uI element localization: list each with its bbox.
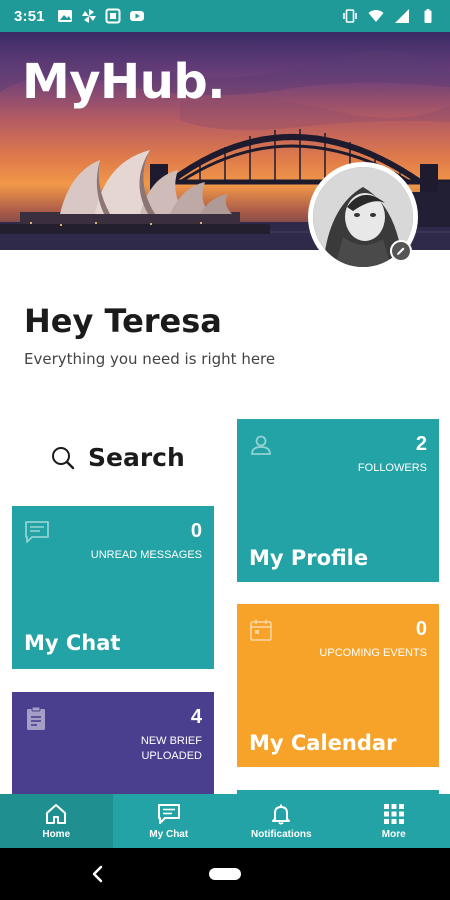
bell-icon bbox=[272, 804, 291, 825]
home-gesture-pill[interactable] bbox=[209, 868, 241, 880]
nav-my-chat-label: My Chat bbox=[149, 828, 189, 840]
greeting-title: Hey Teresa bbox=[24, 302, 222, 340]
unread-caption: UNREAD MESSAGES bbox=[90, 549, 202, 561]
followers-count: 2 bbox=[415, 433, 427, 455]
tile-my-profile[interactable]: 2 FOLLOWERS My Profile bbox=[237, 419, 439, 582]
tile-title: My Profile bbox=[249, 546, 369, 570]
grid-icon bbox=[383, 803, 404, 824]
nav-home-label: Home bbox=[42, 828, 71, 840]
followers-caption: FOLLOWERS bbox=[357, 462, 427, 474]
user-icon bbox=[251, 435, 271, 455]
tile-my-chat[interactable]: 0 UNREAD MESSAGES My Chat bbox=[12, 506, 214, 669]
nav-home[interactable]: Home bbox=[0, 794, 113, 848]
bottom-nav: Home My Chat Notifications More bbox=[0, 794, 450, 848]
search-icon bbox=[52, 446, 75, 469]
back-icon[interactable] bbox=[90, 864, 104, 884]
nav-more[interactable]: More bbox=[338, 794, 450, 848]
unread-count: 0 bbox=[190, 520, 202, 542]
nav-notifications[interactable]: Notifications bbox=[225, 794, 338, 848]
wifi-icon bbox=[368, 10, 384, 22]
pencil-icon bbox=[397, 247, 405, 255]
chat-icon bbox=[25, 521, 49, 543]
status-left-icons bbox=[57, 8, 145, 24]
brief-caption: NEW BRIEF UPLOADED bbox=[140, 735, 202, 762]
status-time: 3:51 bbox=[14, 7, 45, 25]
events-count: 0 bbox=[415, 618, 427, 640]
greeting: Hey Teresa Everything you need is right … bbox=[24, 302, 275, 368]
home-icon bbox=[46, 803, 67, 824]
nav-my-chat[interactable]: My Chat bbox=[113, 794, 226, 848]
system-nav-bar bbox=[0, 848, 450, 900]
status-bar: 3:51 bbox=[0, 0, 450, 32]
signal-icon bbox=[395, 9, 409, 23]
tile-title: My Chat bbox=[24, 631, 121, 655]
edit-avatar-button[interactable] bbox=[390, 240, 412, 262]
app-title: MyHub. bbox=[22, 54, 226, 110]
nav-notifications-label: Notifications bbox=[250, 828, 312, 840]
greeting-subtitle: Everything you need is right here bbox=[24, 350, 276, 368]
tile-briefs[interactable]: 4 NEW BRIEF UPLOADED bbox=[12, 692, 214, 794]
youtube-icon bbox=[129, 11, 144, 21]
chat-icon bbox=[157, 803, 180, 824]
tile-title: My Calendar bbox=[249, 731, 397, 755]
battery-icon bbox=[424, 9, 432, 23]
nav-more-label: More bbox=[381, 828, 406, 840]
tile-my-calendar[interactable]: 0 UPCOMING EVENTS My Calendar bbox=[237, 604, 439, 767]
calendar-icon bbox=[250, 619, 272, 641]
clipboard-icon bbox=[27, 706, 45, 730]
search-button[interactable]: Search bbox=[50, 443, 185, 472]
events-caption: UPCOMING EVENTS bbox=[319, 647, 427, 659]
image-icon bbox=[57, 10, 72, 22]
vibrate-icon bbox=[343, 9, 357, 23]
brief-count: 4 bbox=[190, 706, 202, 728]
pinwheel-icon bbox=[81, 9, 96, 23]
status-right-icons bbox=[342, 8, 436, 24]
security-icon bbox=[105, 8, 121, 24]
search-label: Search bbox=[88, 443, 185, 472]
